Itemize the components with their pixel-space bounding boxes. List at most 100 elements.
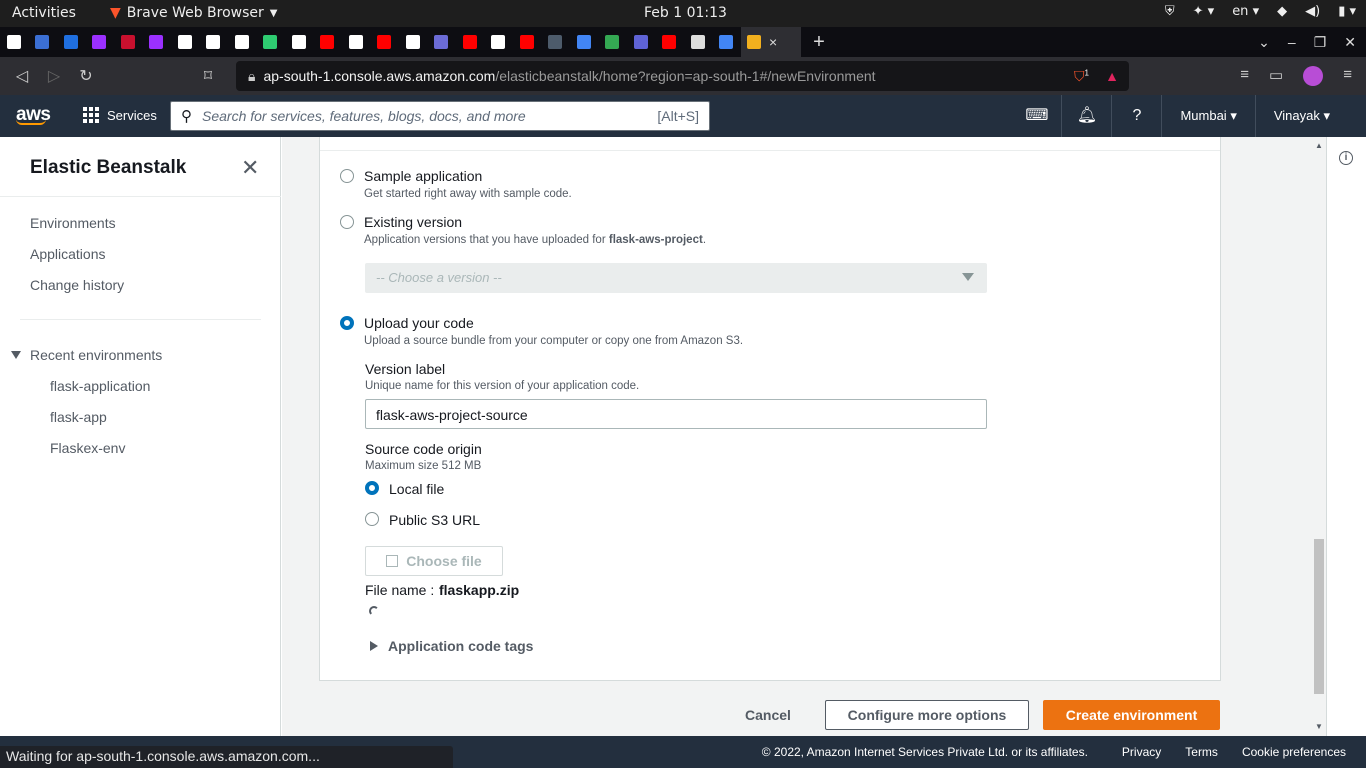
forward-icon[interactable]: ▷ — [38, 66, 70, 86]
shield-icon[interactable]: ⛨ — [1165, 4, 1175, 19]
battery-icon[interactable]: ▮ ▾ — [1338, 4, 1356, 19]
cloudshell-icon[interactable]: ⌨ — [1012, 95, 1063, 137]
services-menu[interactable]: Services — [83, 107, 157, 123]
browser-tab[interactable] — [84, 27, 114, 57]
caret-down-icon[interactable] — [11, 351, 21, 359]
recent-env-item[interactable]: flask-app — [50, 409, 107, 425]
account-menu[interactable]: Vinayak ▾ — [1256, 95, 1348, 137]
browser-tab[interactable] — [597, 27, 627, 57]
browser-tab[interactable] — [141, 27, 171, 57]
tab-favicon-icon — [405, 35, 420, 49]
search-input[interactable]: ⚲ Search for services, features, blogs, … — [170, 101, 710, 131]
tab-search-icon[interactable]: ⌄ — [1258, 34, 1270, 51]
tab-favicon-icon — [690, 35, 705, 49]
app-menu[interactable]: ▼ Brave Web Browser ▼ — [110, 5, 277, 21]
cookie-preferences-link[interactable]: Cookie preferences — [1242, 745, 1346, 759]
notifications-icon[interactable]: 🔔︎ — [1062, 95, 1113, 137]
browser-tab[interactable] — [570, 27, 597, 57]
browser-tab[interactable] — [684, 27, 711, 57]
browser-tab[interactable] — [114, 27, 141, 57]
browser-tab[interactable] — [285, 27, 312, 57]
scrollbar-thumb[interactable] — [1314, 539, 1324, 694]
browser-tab[interactable] — [399, 27, 426, 57]
browser-tab[interactable] — [312, 27, 342, 57]
sidebar-item-environments[interactable]: Environments — [30, 215, 116, 231]
browser-tab[interactable] — [228, 27, 255, 57]
tab-favicon-icon — [576, 35, 591, 49]
existing-version-label: Existing version — [364, 214, 463, 230]
minimize-icon[interactable]: – — [1288, 34, 1296, 50]
browser-tab[interactable] — [0, 27, 27, 57]
upload-code-radio[interactable] — [340, 316, 354, 330]
browser-tab[interactable] — [513, 27, 540, 57]
scroll-up-icon[interactable]: ▲ — [1315, 141, 1323, 150]
close-icon[interactable]: ✕ — [241, 155, 259, 181]
loading-spinner-icon — [369, 606, 379, 616]
browser-tab[interactable] — [57, 27, 84, 57]
tab-favicon-icon — [177, 35, 192, 49]
close-tab-icon[interactable]: × — [769, 34, 777, 50]
close-window-icon[interactable]: ✕ — [1344, 34, 1356, 51]
url-field[interactable]: 🔒︎ ap-south-1.console.aws.amazon.com /el… — [236, 61, 1129, 91]
source-origin-title: Source code origin — [365, 441, 482, 457]
clock[interactable]: Feb 1 01:13 — [644, 5, 727, 21]
tab-active[interactable]: × — [741, 27, 801, 57]
maximize-icon[interactable]: ❐ — [1314, 34, 1327, 51]
language-indicator[interactable]: en ▾ — [1232, 4, 1259, 19]
browser-tab[interactable] — [711, 27, 741, 57]
scroll-down-icon[interactable]: ▼ — [1315, 722, 1323, 731]
browser-tab[interactable] — [627, 27, 654, 57]
create-environment-button[interactable]: Create environment — [1043, 700, 1220, 730]
browser-tab[interactable] — [342, 27, 369, 57]
browser-tab[interactable] — [426, 27, 456, 57]
reload-icon[interactable]: ↻ — [70, 66, 102, 86]
new-tab-button[interactable]: + — [801, 31, 837, 54]
accessibility-icon[interactable]: ✦ ▾ — [1193, 4, 1215, 19]
media-icon[interactable]: ≡ — [1240, 66, 1249, 86]
tab-favicon-icon — [377, 35, 391, 49]
recent-environments-header[interactable]: Recent environments — [30, 347, 162, 363]
sidebar-item-change-history[interactable]: Change history — [30, 277, 124, 293]
browser-tab[interactable] — [255, 27, 285, 57]
version-label-input[interactable]: flask-aws-project-source — [365, 399, 987, 429]
brave-shields-icon[interactable]: ⛉1 — [1074, 68, 1089, 85]
local-file-radio[interactable] — [365, 481, 379, 495]
application-code-tags-toggle[interactable]: Application code tags — [370, 638, 533, 654]
choose-file-button[interactable]: Choose file — [365, 546, 503, 576]
info-icon[interactable]: i — [1339, 151, 1353, 165]
bookmark-icon[interactable]: ⌑ — [192, 66, 224, 86]
footer-links: © 2022, Amazon Internet Services Private… — [762, 745, 1346, 759]
browser-tab[interactable] — [456, 27, 483, 57]
source-origin-desc: Maximum size 512 MB — [365, 460, 482, 472]
recent-env-item[interactable]: flask-application — [50, 378, 150, 394]
browser-tab[interactable] — [540, 27, 570, 57]
existing-version-radio[interactable] — [340, 215, 354, 229]
scrollbar[interactable]: ▲ ▼ — [1312, 137, 1326, 736]
aws-logo[interactable]: aws — [16, 104, 51, 125]
volume-icon[interactable]: ◀) — [1305, 4, 1320, 19]
browser-tab[interactable] — [654, 27, 684, 57]
brave-rewards-icon[interactable]: ▲ — [1105, 68, 1119, 84]
configure-more-options-button[interactable]: Configure more options — [825, 700, 1029, 730]
s3-url-radio[interactable] — [365, 512, 379, 526]
browser-tab[interactable] — [483, 27, 513, 57]
activities-button[interactable]: Activities — [12, 5, 76, 21]
recent-env-item[interactable]: Flaskex-env — [50, 440, 125, 456]
browser-tab[interactable] — [198, 27, 228, 57]
terms-link[interactable]: Terms — [1185, 745, 1218, 759]
back-icon[interactable]: ◁ — [6, 66, 38, 86]
sidebar-item-applications[interactable]: Applications — [30, 246, 106, 262]
menu-icon[interactable]: ≡ — [1343, 66, 1352, 86]
browser-tab[interactable] — [171, 27, 198, 57]
wifi-icon[interactable]: ◆ — [1277, 4, 1287, 19]
region-selector[interactable]: Mumbai ▾ — [1162, 95, 1256, 137]
cancel-button[interactable]: Cancel — [745, 707, 791, 723]
privacy-link[interactable]: Privacy — [1122, 745, 1161, 759]
browser-tab[interactable] — [369, 27, 399, 57]
profile-avatar[interactable] — [1303, 66, 1324, 86]
sample-application-radio[interactable] — [340, 169, 354, 183]
wallet-icon[interactable]: ▭ — [1269, 66, 1283, 86]
help-icon[interactable]: ? — [1112, 95, 1163, 137]
tab-favicon-icon — [633, 35, 648, 49]
browser-tab[interactable] — [27, 27, 57, 57]
